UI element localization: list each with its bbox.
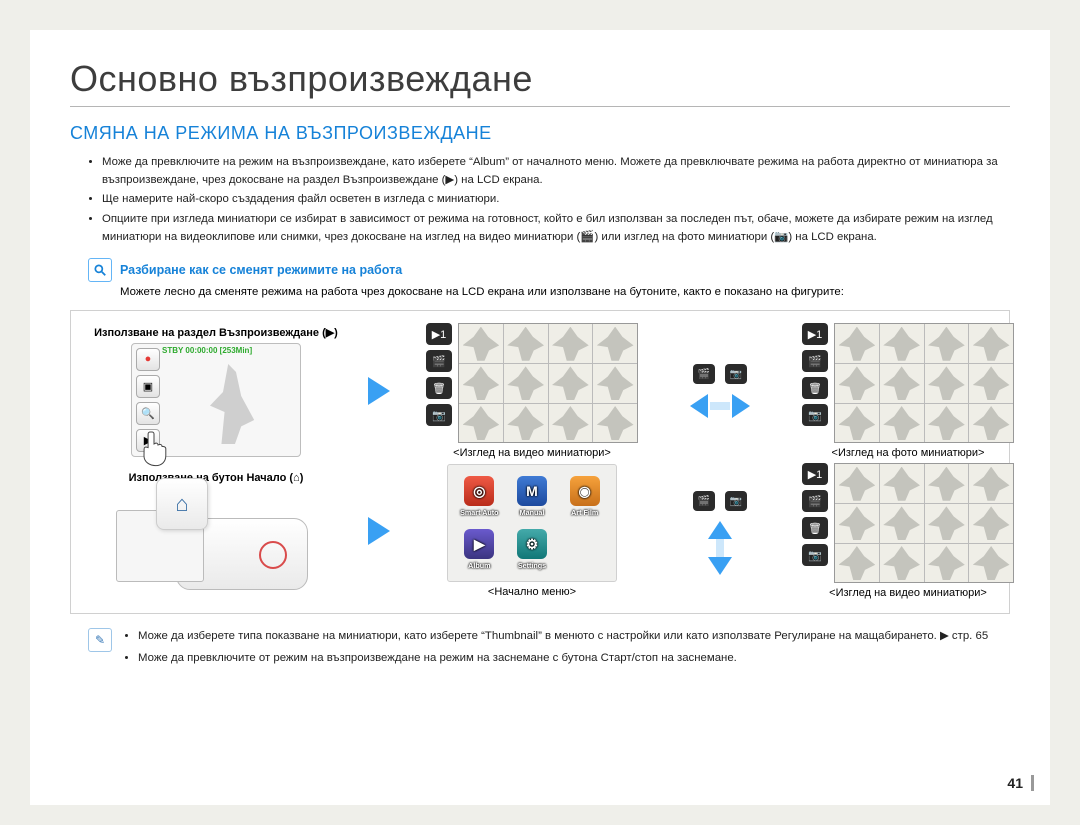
zoom-icon: 🔍 xyxy=(136,402,160,425)
lcd-preview: ● ▣ 🔍 ▶ STBY 00:00:00 [253Min] xyxy=(131,343,301,457)
page-number: 41 xyxy=(1007,775,1034,791)
play-mode-icon: ▶1 xyxy=(802,323,828,345)
video-filter-icon: 🎬 xyxy=(802,490,828,512)
bi-arrow-vertical-icon xyxy=(708,521,732,575)
label-play-section: Използване на раздел Възпроизвеждане (▶) xyxy=(94,326,338,339)
subhead-desc: Можете лесно да сменяте режима на работа… xyxy=(120,286,1010,298)
photo-thumb-caption: <Изглед на фото миниатюри> xyxy=(832,447,985,459)
home-item-artfilm[interactable]: ◉Art Film xyxy=(561,473,608,520)
intro-bullets: Може да превключите на режим на възпроиз… xyxy=(70,154,1010,246)
home-item-manual[interactable]: MManual xyxy=(509,473,556,520)
record-icon: ● xyxy=(136,348,160,371)
photo-thumbnail-screen: ▶1 🎬 🗑 📷 xyxy=(802,323,1014,443)
home-button-icon[interactable]: ⌂ xyxy=(156,478,208,530)
video-filter-icon: 🎬 xyxy=(426,350,452,372)
home-item-settings[interactable]: ⚙Settings xyxy=(509,526,556,573)
photo-mode-icon: 📷 xyxy=(725,364,747,384)
notes-block: Може да изберете типа показване на миниа… xyxy=(124,628,988,671)
magnifier-icon xyxy=(88,258,112,282)
section-heading: СМЯНА НА РЕЖИМА НА ВЪЗПРОИЗВЕЖДАНЕ xyxy=(70,123,1010,144)
video-mode-icon: 🎬 xyxy=(693,364,715,384)
home-item-smartauto[interactable]: ◎Smart Auto xyxy=(456,473,503,520)
bullet-item: Ще намерите най-скоро създадения файл ос… xyxy=(102,191,1010,209)
video-thumb-caption: <Изглед на видео миниатюри> xyxy=(829,587,987,599)
video-filter-icon: 🎬 xyxy=(802,350,828,372)
silhouette-illustration xyxy=(205,364,257,444)
camera-filter-icon: 📷 xyxy=(802,404,828,426)
camera-filter-icon: 📷 xyxy=(802,544,828,566)
label-home-button: Използване на бутон Начало (⌂) xyxy=(129,472,304,484)
photo-mode-icon: 📷 xyxy=(725,491,747,511)
delete-icon: 🗑 xyxy=(802,377,828,399)
bullet-item: Може да превключите на режим на възпроиз… xyxy=(102,154,1010,189)
play-mode-icon: ▶1 xyxy=(802,463,828,485)
video-thumbnail-screen: ▶1 🎬 🗑 📷 xyxy=(802,463,1014,583)
page-title: Основно възпроизвеждане xyxy=(70,58,1010,107)
note-item: Може да изберете типа показване на миниа… xyxy=(138,628,988,646)
subhead-title: Разбиране как се сменят режимите на рабо… xyxy=(120,263,402,277)
home-item-album[interactable]: ▶Album xyxy=(456,526,503,573)
stby-status: STBY 00:00:00 [253Min] xyxy=(162,346,252,355)
note-item: Може да превключите от режим на възпроиз… xyxy=(138,650,988,668)
home-menu: ◎Smart Auto MManual ◉Art Film ▶Album ⚙Se… xyxy=(447,464,617,582)
home-menu-caption: <Начално меню> xyxy=(488,586,576,598)
arrow-right-icon xyxy=(359,323,399,459)
play-mode-icon: ▶1 xyxy=(426,323,452,345)
touch-hand-icon xyxy=(140,430,172,470)
video-thumb-caption: <Изглед на видео миниатюри> xyxy=(453,447,611,459)
camera-filter-icon: 📷 xyxy=(426,404,452,426)
note-icon: ✎ xyxy=(88,628,112,652)
bi-arrow-horizontal-icon xyxy=(690,394,750,418)
delete-icon: 🗑 xyxy=(802,517,828,539)
photo-mode-icon: ▣ xyxy=(136,375,160,398)
delete-icon: 🗑 xyxy=(426,377,452,399)
bullet-item: Опциите при изгледа миниатюри се избират… xyxy=(102,211,1010,246)
mode-diagram: Използване на раздел Възпроизвеждане (▶)… xyxy=(70,310,1010,614)
video-thumbnail-screen: ▶1 🎬 🗑 📷 xyxy=(426,323,638,443)
video-mode-icon: 🎬 xyxy=(693,491,715,511)
camcorder-illustration: ⌂ xyxy=(116,488,316,598)
arrow-right-icon xyxy=(359,463,399,599)
